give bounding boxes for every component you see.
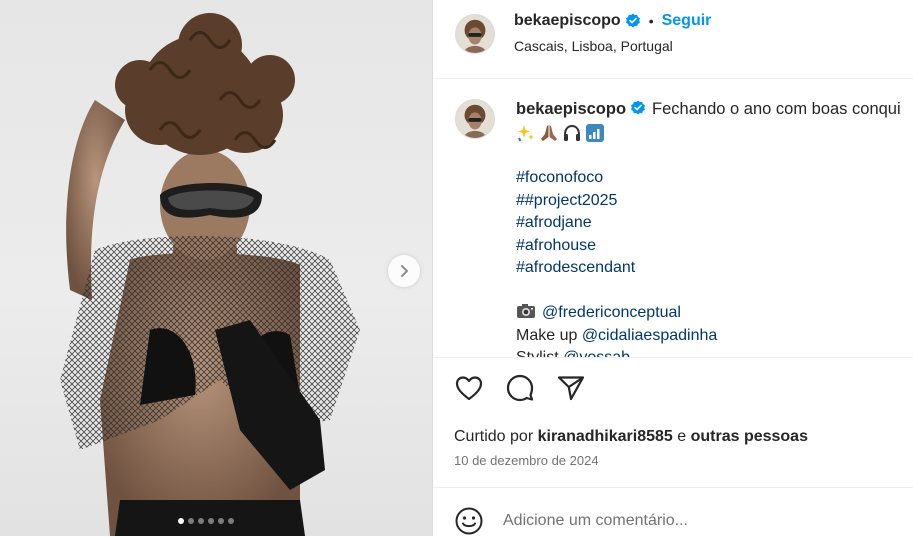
likes-prefix: Curtido por xyxy=(454,428,538,445)
carousel-dot xyxy=(198,518,204,524)
carousel-dot xyxy=(228,518,234,524)
post-details-panel: bekaepiscopo • Seguir Cascais, Lisboa, P… xyxy=(433,0,913,536)
caption-text: Fechando o ano com boas conqui xyxy=(652,100,901,118)
comment-icon xyxy=(506,374,534,402)
caption-section: bekaepiscopo Fechando o ano com boas con… xyxy=(433,79,913,358)
chevron-right-icon xyxy=(401,265,408,277)
carousel-dot xyxy=(208,518,214,524)
post-header: bekaepiscopo • Seguir Cascais, Lisboa, P… xyxy=(433,0,913,79)
avatar[interactable] xyxy=(455,14,495,54)
follow-button[interactable]: Seguir xyxy=(662,12,712,30)
separator-dot: • xyxy=(648,13,654,29)
hashtag-link[interactable]: #afrodescendant xyxy=(516,257,635,280)
next-photo-button[interactable] xyxy=(388,255,420,287)
praying-hands-icon xyxy=(539,123,559,143)
credits-list: @fredericonceptual Make up @cidaliaespad… xyxy=(516,302,717,358)
username[interactable]: bekaepiscopo xyxy=(514,12,621,30)
likes-middle: e xyxy=(672,428,691,445)
comment-bar xyxy=(433,487,913,537)
signal-bars-icon xyxy=(585,123,605,143)
liker-username[interactable]: kiranadhikari8585 xyxy=(538,428,673,445)
carousel-dot xyxy=(178,518,184,524)
mention-link[interactable]: @yossab xyxy=(563,349,630,357)
headphones-icon xyxy=(562,123,582,143)
emoji-icon[interactable] xyxy=(454,506,484,536)
carousel-dot xyxy=(218,518,224,524)
hashtag-link[interactable]: #foconofoco xyxy=(516,167,635,190)
like-button[interactable] xyxy=(453,372,485,404)
mention-link[interactable]: @cidaliaespadinha xyxy=(582,327,717,344)
location-link[interactable]: Cascais, Lisboa, Portugal xyxy=(514,38,673,54)
credit-prefix: Stylist xyxy=(516,349,564,358)
sparkles-icon xyxy=(516,123,536,143)
credit-stylist: Stylist @yossab xyxy=(516,347,717,358)
likes-others-link[interactable]: outras pessoas xyxy=(691,428,808,445)
caption-emojis xyxy=(516,123,605,143)
caption-avatar[interactable] xyxy=(455,99,495,139)
hashtag-link[interactable]: #afrodjane xyxy=(516,212,635,235)
mention-link[interactable]: @fredericonceptual xyxy=(542,304,681,321)
post-date[interactable]: 10 de dezembro de 2024 xyxy=(454,453,599,468)
share-button[interactable] xyxy=(555,372,587,404)
post-actions xyxy=(453,372,587,404)
likes-summary: Curtido por kiranadhikari8585 e outras p… xyxy=(454,428,808,446)
comment-button[interactable] xyxy=(504,372,536,404)
credit-makeup: Make up @cidaliaespadinha xyxy=(516,325,717,348)
comment-input[interactable] xyxy=(503,508,883,534)
send-icon xyxy=(557,376,585,401)
avatar-image xyxy=(456,100,494,138)
carousel-dots xyxy=(178,518,234,524)
carousel-dot xyxy=(188,518,194,524)
post-photo[interactable] xyxy=(0,0,432,536)
verified-badge-icon xyxy=(625,13,641,29)
credit-photographer: @fredericonceptual xyxy=(516,302,717,325)
camera-icon xyxy=(517,304,535,318)
hashtag-link[interactable]: #afrohouse xyxy=(516,235,635,258)
photo-illustration xyxy=(60,13,360,536)
credit-prefix: Make up xyxy=(516,326,582,344)
verified-badge-icon xyxy=(630,100,646,116)
hashtag-list: #foconofoco ##project2025 #afrodjane #af… xyxy=(516,167,635,280)
hashtag-link[interactable]: ##project2025 xyxy=(516,190,635,213)
avatar-image xyxy=(456,15,494,53)
caption-username[interactable]: bekaepiscopo xyxy=(516,100,626,118)
heart-icon xyxy=(455,376,483,401)
